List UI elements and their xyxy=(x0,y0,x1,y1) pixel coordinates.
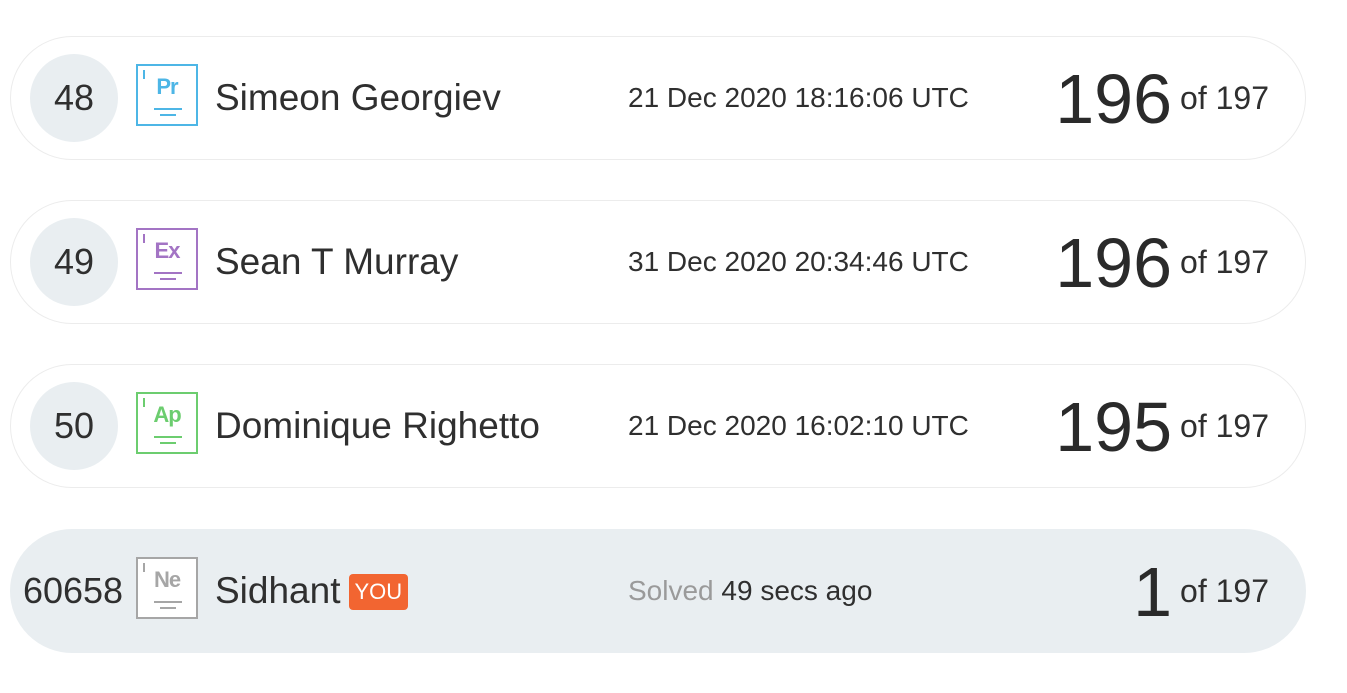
score-value: 196 xyxy=(1055,224,1173,302)
level-badge-icon: Ap xyxy=(136,392,198,454)
score-total: of 197 xyxy=(1180,244,1269,280)
player-name[interactable]: Sean T Murray xyxy=(215,239,458,285)
solved-status: Solved 49 secs ago xyxy=(628,574,872,608)
leaderboard-row: 48 Pr Simeon Georgiev 21 Dec 2020 18:16:… xyxy=(10,36,1306,160)
score: 196 of 197 xyxy=(1055,55,1269,142)
badge-symbol: Pr xyxy=(156,74,178,99)
rank-number: 48 xyxy=(30,54,118,142)
score-total: of 197 xyxy=(1180,408,1269,444)
completion-date: 31 Dec 2020 20:34:46 UTC xyxy=(628,246,969,277)
score-value: 195 xyxy=(1055,388,1173,466)
badge-symbol: Ap xyxy=(153,402,181,427)
solved-time: 49 secs ago xyxy=(721,575,873,606)
score-value: 196 xyxy=(1055,60,1173,138)
leaderboard-row: 49 Ex Sean T Murray 31 Dec 2020 20:34:46… xyxy=(10,200,1306,324)
score-total: of 197 xyxy=(1180,573,1269,609)
leaderboard-row: 50 Ap Dominique Righetto 21 Dec 2020 16:… xyxy=(10,364,1306,488)
level-badge-icon: Ne xyxy=(136,557,198,619)
rank-number: 49 xyxy=(30,218,118,306)
leaderboard: 48 Pr Simeon Georgiev 21 Dec 2020 18:16:… xyxy=(0,0,1347,693)
score: 1 of 197 xyxy=(1133,548,1269,635)
score-value: 1 xyxy=(1133,553,1173,631)
solved-label: Solved xyxy=(628,575,714,606)
completion-date: 21 Dec 2020 18:16:06 UTC xyxy=(628,82,969,113)
level-badge-icon: Pr xyxy=(136,64,198,126)
player-name[interactable]: Dominique Righetto xyxy=(215,403,540,449)
player-name[interactable]: Simeon Georgiev xyxy=(215,75,501,121)
badge-symbol: Ex xyxy=(154,238,181,263)
player-name-text: Sidhant xyxy=(215,570,341,611)
you-badge: YOU xyxy=(348,574,409,610)
rank-number: 50 xyxy=(30,382,118,470)
score-total: of 197 xyxy=(1180,80,1269,116)
current-user-row: 60658 Ne Sidhant YOU Solved 49 secs ago 1… xyxy=(10,529,1306,653)
player-name[interactable]: Sidhant YOU xyxy=(215,568,409,614)
badge-symbol: Ne xyxy=(153,567,181,592)
level-badge-icon: Ex xyxy=(136,228,198,290)
rank-number: 60658 xyxy=(22,570,124,611)
score: 196 of 197 xyxy=(1055,219,1269,306)
score: 195 of 197 xyxy=(1055,383,1269,470)
completion-date: 21 Dec 2020 16:02:10 UTC xyxy=(628,410,969,441)
